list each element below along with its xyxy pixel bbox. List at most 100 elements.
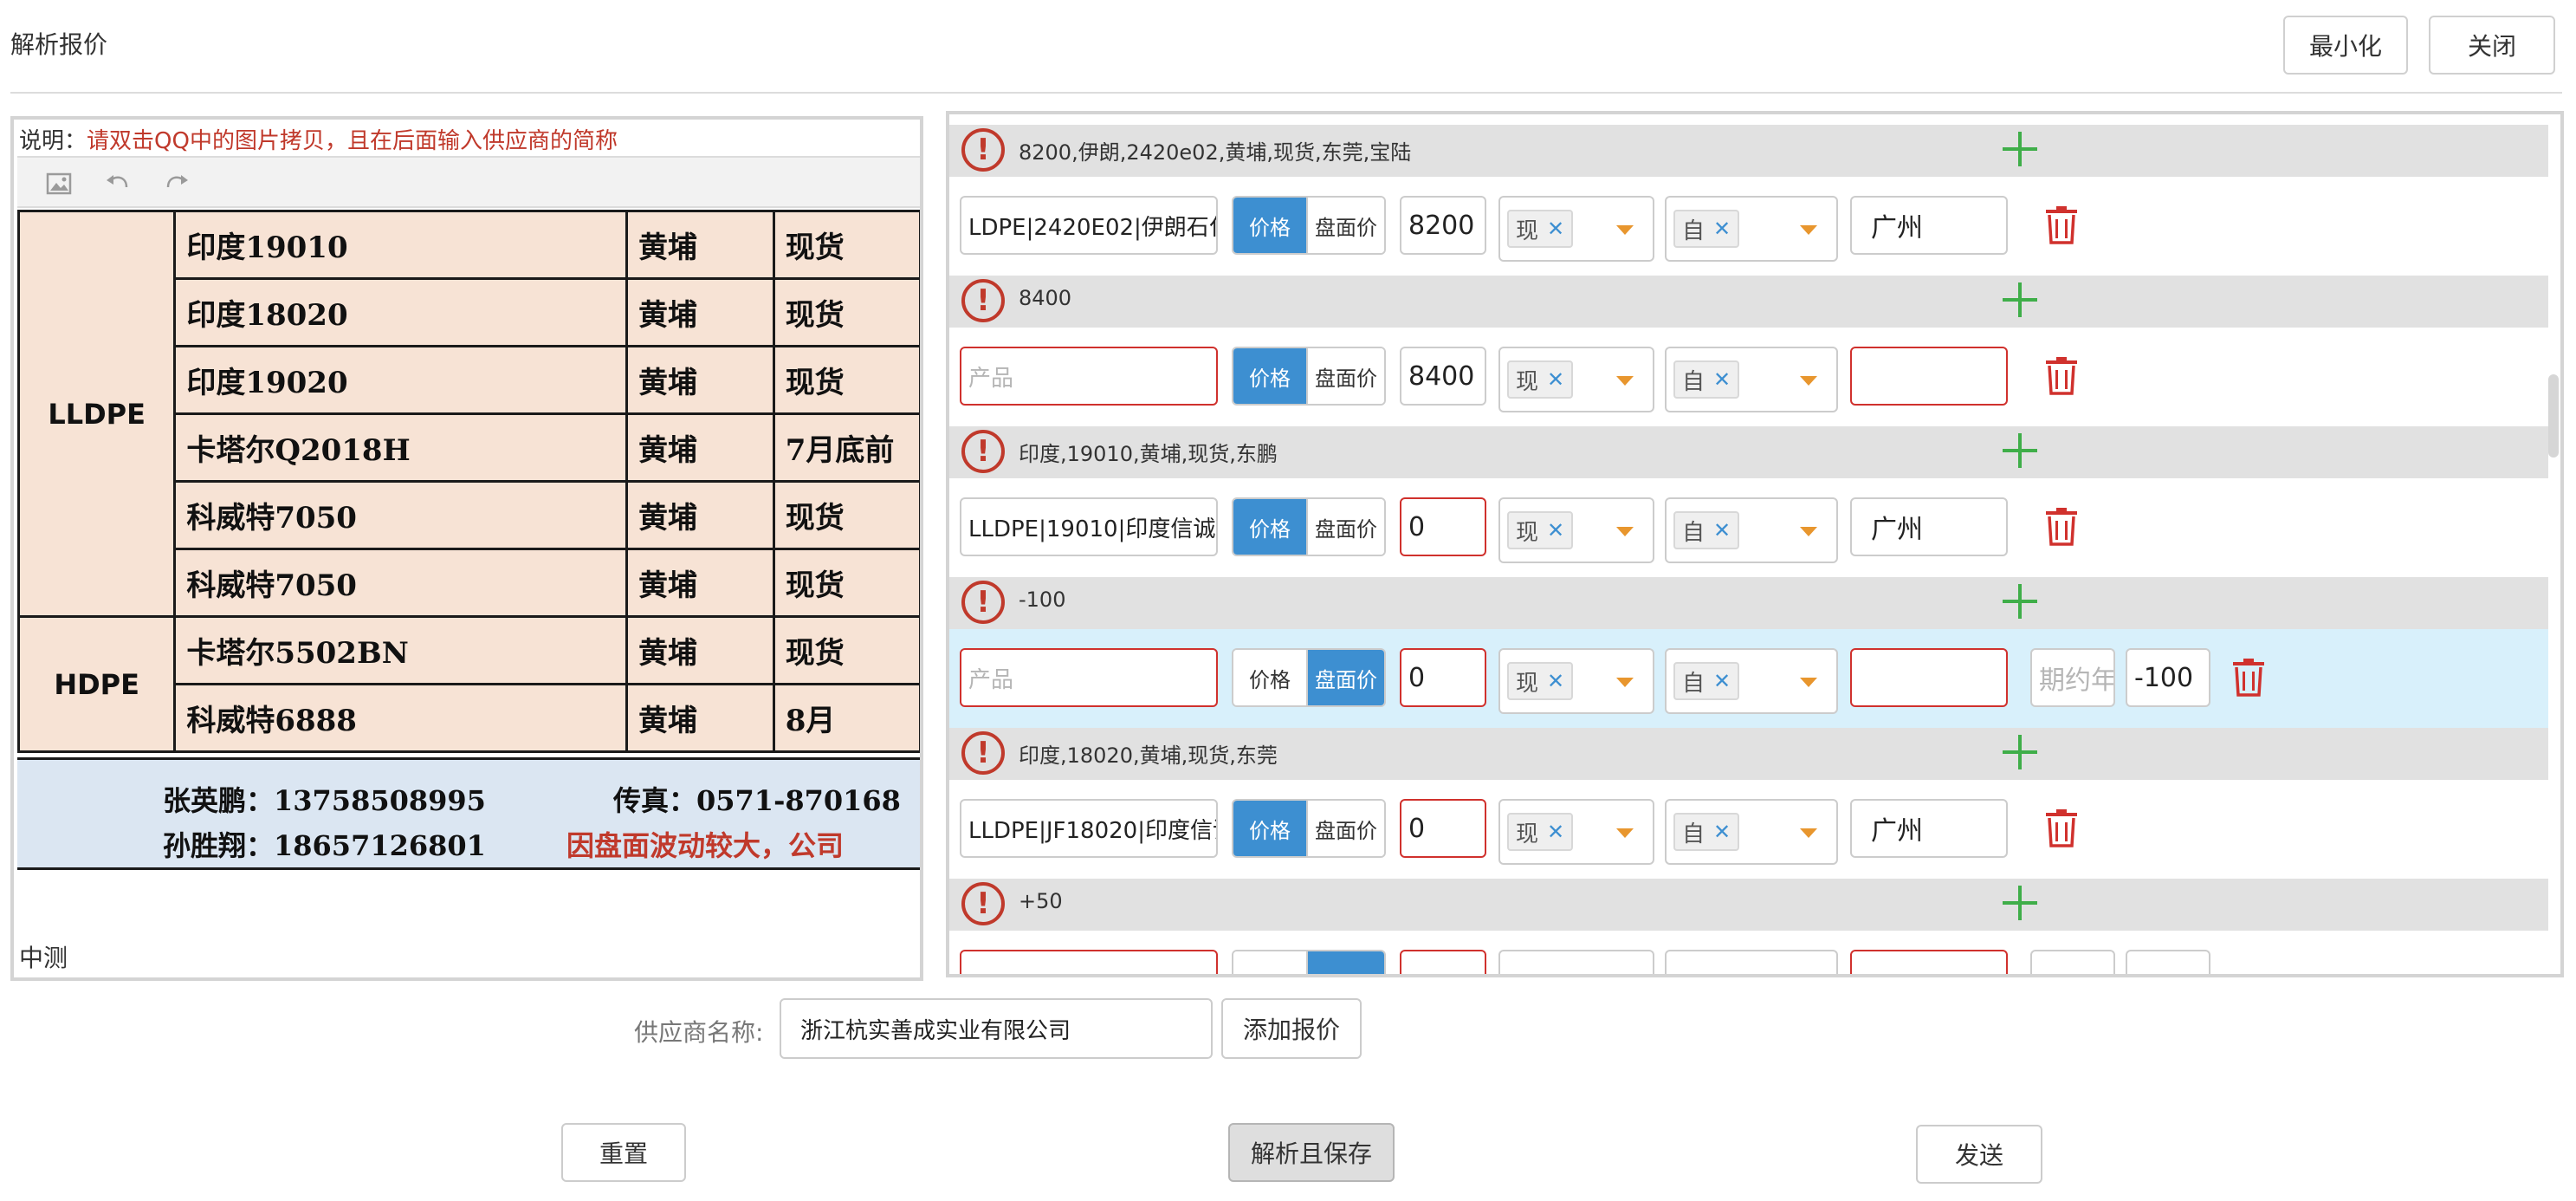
- price-input[interactable]: [1400, 950, 1486, 974]
- send-button[interactable]: 发送: [1916, 1125, 2042, 1184]
- product-input[interactable]: 产品: [960, 648, 1218, 707]
- caret-down-icon[interactable]: [1616, 828, 1634, 838]
- pickup-select[interactable]: 自 ✕: [1665, 497, 1838, 563]
- remove-tag-icon[interactable]: ✕: [1713, 518, 1731, 542]
- trash-icon[interactable]: [2044, 809, 2079, 847]
- undo-icon[interactable]: [102, 168, 133, 199]
- price-option[interactable]: 价格: [1233, 348, 1306, 404]
- remove-tag-icon[interactable]: ✕: [1713, 367, 1731, 392]
- price-option[interactable]: [1233, 951, 1306, 974]
- pickup-select[interactable]: 自 ✕: [1665, 648, 1838, 714]
- caret-down-icon[interactable]: [1800, 225, 1817, 235]
- add-icon[interactable]: [2001, 733, 2039, 771]
- price-option[interactable]: 价格: [1233, 650, 1306, 705]
- caret-down-icon[interactable]: [1800, 376, 1817, 386]
- product-input[interactable]: LLDPE|JF18020|印度信诚: [960, 799, 1218, 858]
- price-type-toggle[interactable]: [1232, 950, 1386, 974]
- location-input[interactable]: [1850, 950, 2008, 974]
- add-quote-button[interactable]: 添加报价: [1221, 998, 1362, 1059]
- futures-price-option[interactable]: 盘面价: [1306, 801, 1384, 856]
- caret-down-icon[interactable]: [1800, 678, 1817, 687]
- remove-tag-icon[interactable]: ✕: [1547, 217, 1564, 241]
- trash-icon[interactable]: [2231, 659, 2266, 697]
- product-input[interactable]: [960, 950, 1218, 974]
- caret-down-icon[interactable]: [1616, 527, 1634, 536]
- caret-down-icon[interactable]: [1616, 376, 1634, 386]
- price-input[interactable]: 8400: [1400, 347, 1486, 406]
- remove-tag-icon[interactable]: ✕: [1713, 669, 1731, 693]
- product-input[interactable]: 产品: [960, 347, 1218, 406]
- minimize-button[interactable]: 最小化: [2283, 16, 2408, 75]
- price-type-toggle[interactable]: 价格 盘面价: [1232, 799, 1386, 858]
- location-input[interactable]: 广州: [1850, 497, 2008, 556]
- pickup-select[interactable]: [1665, 950, 1838, 974]
- trash-icon[interactable]: [2044, 508, 2079, 546]
- location-input[interactable]: [1850, 347, 2008, 406]
- reset-button[interactable]: 重置: [561, 1123, 686, 1182]
- caret-down-icon[interactable]: [1800, 828, 1817, 838]
- caret-down-icon[interactable]: [1616, 678, 1634, 687]
- futures-price-option[interactable]: 盘面价: [1306, 348, 1384, 404]
- price-type-toggle[interactable]: 价格 盘面价: [1232, 196, 1386, 255]
- price-type-toggle[interactable]: 价格 盘面价: [1232, 648, 1386, 707]
- product-cell: 印度19010: [173, 210, 628, 280]
- remove-tag-icon[interactable]: ✕: [1547, 669, 1564, 693]
- stock-select[interactable]: 现 ✕: [1498, 497, 1654, 563]
- remove-tag-icon[interactable]: ✕: [1547, 367, 1564, 392]
- trash-icon[interactable]: [2044, 357, 2079, 395]
- category-cell: HDPE: [17, 615, 177, 753]
- trash-icon[interactable]: [2044, 206, 2079, 244]
- remove-tag-icon[interactable]: ✕: [1547, 518, 1564, 542]
- product-input[interactable]: LDPE|2420E02|伊朗石化: [960, 196, 1218, 255]
- caret-down-icon[interactable]: [1800, 527, 1817, 536]
- stock-select[interactable]: 现 ✕: [1498, 196, 1654, 262]
- remove-tag-icon[interactable]: ✕: [1547, 820, 1564, 844]
- add-icon[interactable]: [2001, 582, 2039, 620]
- parse-and-save-button[interactable]: 解析且保存: [1228, 1123, 1395, 1182]
- close-button[interactable]: 关闭: [2429, 16, 2555, 75]
- image-paste-editor[interactable]: 说明：请双击QQ中的图片拷贝，且在后面输入供应商的简称 LLDPE 印度1901…: [10, 116, 923, 981]
- price-option[interactable]: 价格: [1233, 198, 1306, 253]
- category-cell: LLDPE: [17, 210, 177, 618]
- remove-tag-icon[interactable]: ✕: [1713, 217, 1731, 241]
- futures-price-option[interactable]: [1306, 951, 1384, 974]
- futures-period-input[interactable]: [2030, 950, 2115, 974]
- price-input[interactable]: 8200: [1400, 196, 1486, 255]
- futures-price-option[interactable]: 盘面价: [1306, 198, 1384, 253]
- price-input[interactable]: 0: [1400, 648, 1486, 707]
- price-option[interactable]: 价格: [1233, 499, 1306, 555]
- parsed-quotes-panel[interactable]: ! 8200,伊朗,2420e02,黄埔,现货,东莞,宝陆 LDPE|2420E…: [946, 111, 2564, 977]
- pickup-select[interactable]: 自 ✕: [1665, 196, 1838, 262]
- price-type-toggle[interactable]: 价格 盘面价: [1232, 347, 1386, 406]
- stock-select[interactable]: [1498, 950, 1654, 974]
- price-option[interactable]: 价格: [1233, 801, 1306, 856]
- pickup-select[interactable]: 自 ✕: [1665, 347, 1838, 412]
- redo-icon[interactable]: [161, 168, 192, 199]
- location-input[interactable]: 广州: [1850, 799, 2008, 858]
- price-type-toggle[interactable]: 价格 盘面价: [1232, 497, 1386, 556]
- add-icon[interactable]: [2001, 432, 2039, 470]
- price-input[interactable]: 0: [1400, 497, 1486, 556]
- stock-select[interactable]: 现 ✕: [1498, 648, 1654, 714]
- port-cell: 黄埔: [625, 412, 775, 483]
- futures-price-option[interactable]: 盘面价: [1306, 499, 1384, 555]
- add-icon[interactable]: [2001, 884, 2039, 922]
- pickup-select[interactable]: 自 ✕: [1665, 799, 1838, 865]
- add-icon[interactable]: [2001, 130, 2039, 168]
- price-diff-input[interactable]: [2126, 950, 2210, 974]
- price-diff-input[interactable]: -100: [2126, 648, 2210, 707]
- image-icon[interactable]: [43, 168, 74, 199]
- scrollbar-thumb[interactable]: [2548, 374, 2559, 458]
- product-input[interactable]: LLDPE|19010|印度信诚|I: [960, 497, 1218, 556]
- futures-period-input[interactable]: 期约年: [2030, 648, 2115, 707]
- caret-down-icon[interactable]: [1616, 225, 1634, 235]
- remove-tag-icon[interactable]: ✕: [1713, 820, 1731, 844]
- location-input[interactable]: 广州: [1850, 196, 2008, 255]
- add-icon[interactable]: [2001, 281, 2039, 319]
- location-input[interactable]: [1850, 648, 2008, 707]
- stock-select[interactable]: 现 ✕: [1498, 799, 1654, 865]
- supplier-name-input[interactable]: 浙江杭实善成实业有限公司: [780, 998, 1213, 1059]
- futures-price-option[interactable]: 盘面价: [1306, 650, 1384, 705]
- price-input[interactable]: 0: [1400, 799, 1486, 858]
- stock-select[interactable]: 现 ✕: [1498, 347, 1654, 412]
